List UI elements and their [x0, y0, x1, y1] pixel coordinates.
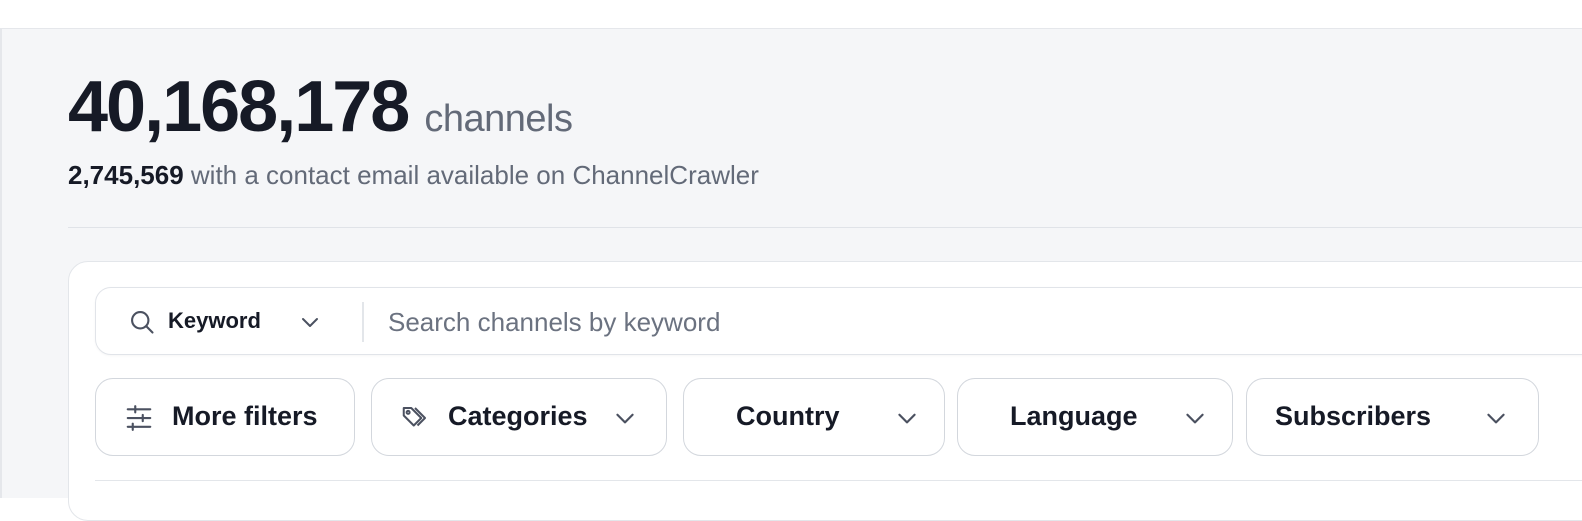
search-separator — [362, 302, 364, 342]
country-filter-button[interactable]: Country — [683, 378, 945, 456]
top-bar — [0, 0, 1582, 29]
more-filters-button[interactable]: More filters — [95, 378, 355, 456]
categories-label: Categories — [448, 401, 588, 431]
tags-icon — [402, 407, 426, 427]
sliders-icon — [126, 405, 152, 431]
chevron-down-icon — [898, 413, 916, 424]
search-bar: Keyword — [95, 287, 1582, 355]
subscribers-filter-button[interactable]: Subscribers — [1246, 378, 1539, 456]
search-mode-select[interactable]: Keyword — [106, 294, 346, 348]
search-input[interactable] — [386, 296, 1582, 348]
chevron-down-icon — [1487, 413, 1505, 424]
main-content: 40,168,178 channels 2,745,569 with a con… — [0, 29, 1582, 521]
search-mode-label: Keyword — [168, 308, 261, 333]
subscribers-label: Subscribers — [1275, 401, 1432, 431]
language-label: Language — [1010, 401, 1138, 431]
chevron-down-icon — [616, 413, 634, 424]
categories-filter-button[interactable]: Categories — [371, 378, 667, 456]
search-panel: Keyword More filters — [68, 261, 1582, 521]
channel-count: 40,168,178 — [68, 67, 410, 147]
chevron-down-icon — [1186, 413, 1204, 424]
email-count: 2,745,569 — [68, 160, 184, 190]
chevron-down-icon — [302, 318, 318, 327]
language-filter-button[interactable]: Language — [957, 378, 1233, 456]
panel-divider — [95, 480, 1582, 481]
more-filters-label: More filters — [172, 401, 318, 431]
search-icon — [131, 311, 154, 334]
country-label: Country — [736, 401, 840, 431]
email-availability-label: with a contact email available on Channe… — [183, 160, 759, 190]
channel-count-heading: 40,168,178 channels — [68, 67, 573, 147]
email-availability-text: 2,745,569 with a contact email available… — [68, 160, 759, 191]
section-divider — [68, 227, 1582, 228]
channel-count-unit: channels — [424, 98, 573, 140]
